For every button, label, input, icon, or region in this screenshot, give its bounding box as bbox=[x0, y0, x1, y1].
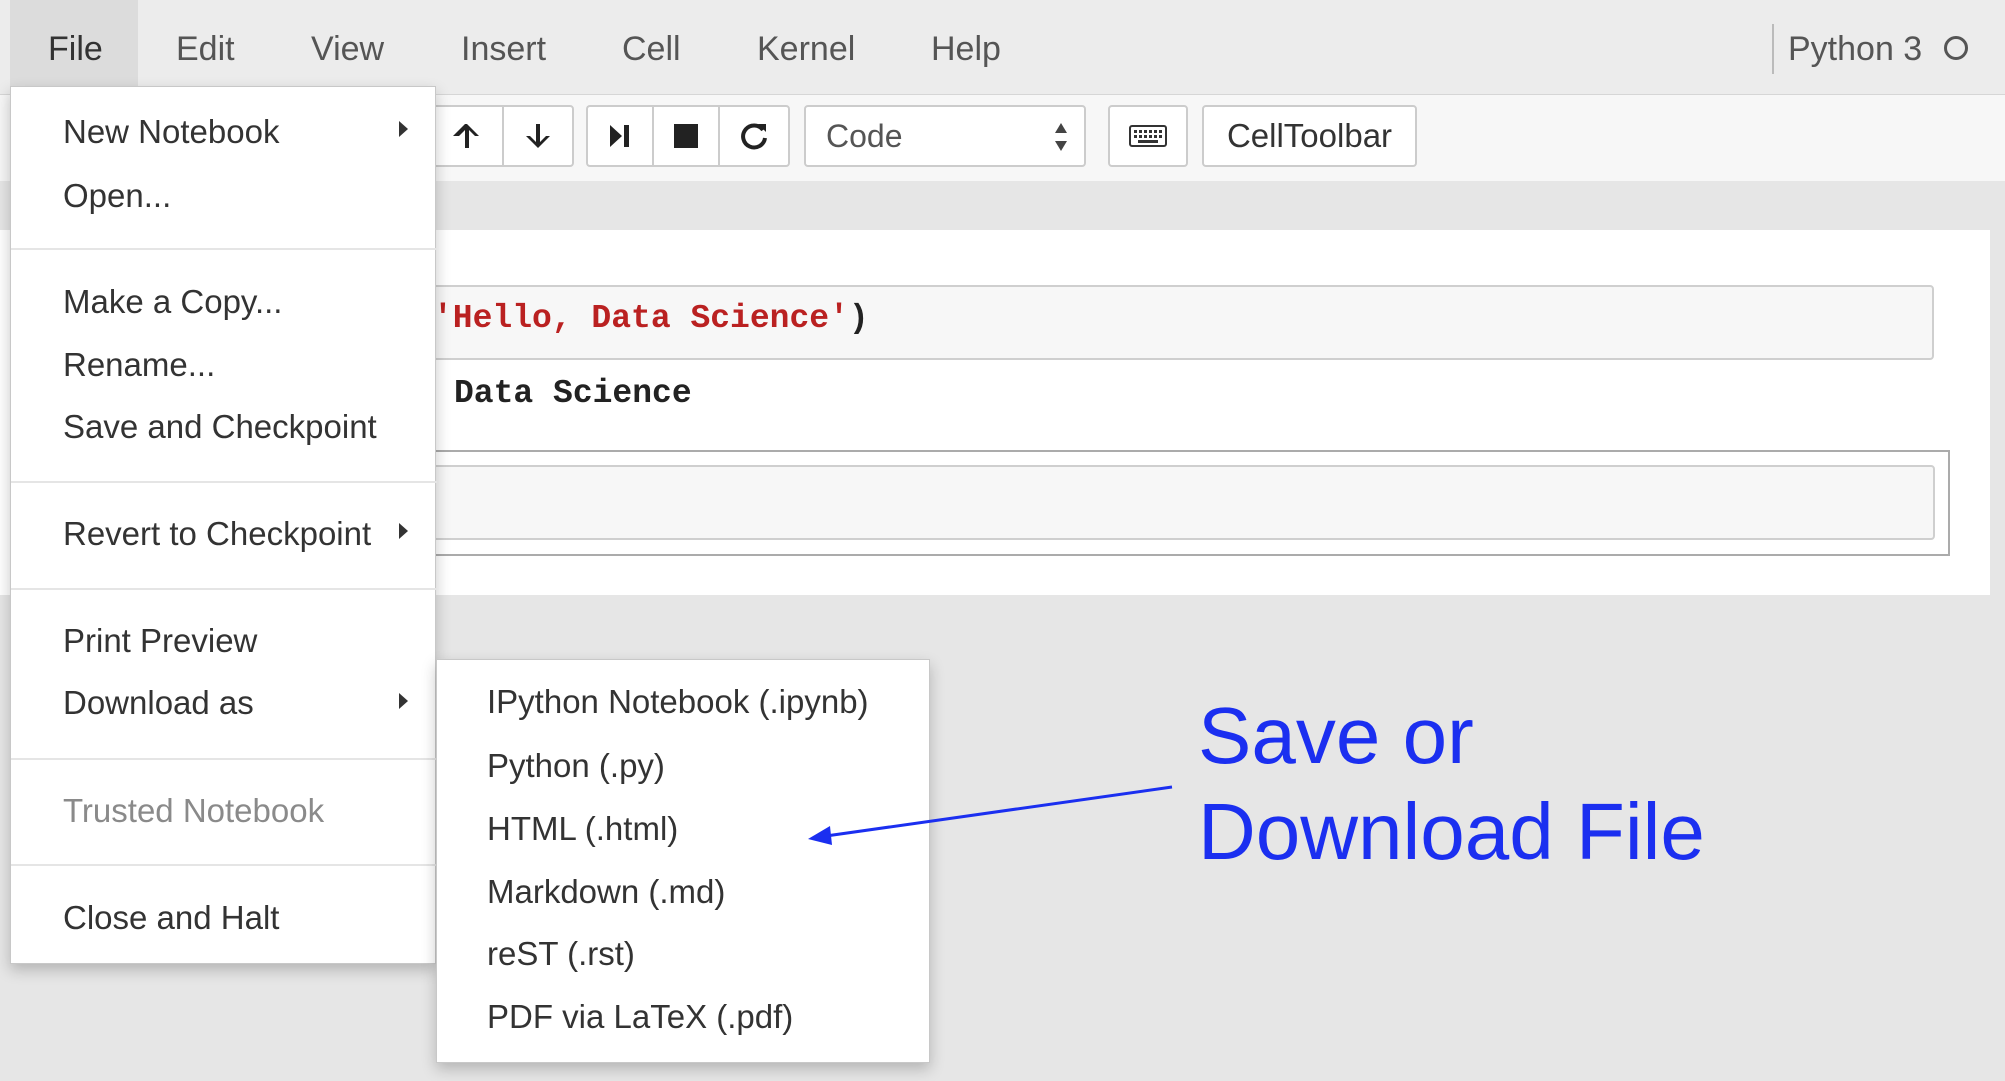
restart-kernel-button[interactable] bbox=[718, 105, 790, 167]
code-cell-output: Data Science bbox=[454, 375, 692, 412]
menu-item-close-halt[interactable]: Close and Halt bbox=[63, 899, 279, 937]
select-arrows-icon bbox=[1055, 123, 1067, 151]
menu-item-open[interactable]: Open... bbox=[63, 177, 171, 215]
menu-divider bbox=[11, 588, 437, 590]
menubar: File Edit View Insert Cell Kernel Help P… bbox=[0, 0, 2005, 95]
menu-view[interactable]: View bbox=[273, 0, 422, 94]
menu-edit[interactable]: Edit bbox=[138, 0, 273, 94]
menu-divider bbox=[11, 481, 437, 483]
kernel-divider bbox=[1772, 24, 1774, 74]
menu-divider bbox=[11, 248, 437, 250]
submenu-caret-icon bbox=[399, 121, 408, 137]
annotation-callout: Save or Download File bbox=[1198, 688, 1705, 880]
download-html[interactable]: HTML (.html) bbox=[487, 810, 678, 848]
arrow-up-icon bbox=[453, 124, 479, 148]
arrow-down-icon bbox=[526, 124, 550, 148]
download-submenu: IPython Notebook (.ipynb) Python (.py) H… bbox=[436, 659, 930, 1063]
menu-kernel[interactable]: Kernel bbox=[719, 0, 893, 94]
menu-divider bbox=[11, 864, 437, 866]
download-md[interactable]: Markdown (.md) bbox=[487, 873, 725, 911]
annotation-line-2: Download File bbox=[1198, 787, 1705, 876]
move-down-button[interactable] bbox=[502, 105, 574, 167]
keyboard-icon bbox=[1129, 125, 1167, 147]
run-cell-button[interactable] bbox=[586, 105, 652, 167]
menu-item-new-notebook[interactable]: New Notebook bbox=[63, 113, 279, 151]
menu-file[interactable]: File bbox=[10, 0, 138, 94]
stop-icon bbox=[674, 124, 698, 148]
kernel-idle-icon bbox=[1944, 36, 1968, 60]
menu-item-print-preview[interactable]: Print Preview bbox=[63, 622, 257, 660]
menu-insert[interactable]: Insert bbox=[423, 0, 584, 94]
menu-help[interactable]: Help bbox=[893, 0, 1039, 94]
code-closing-paren: ) bbox=[848, 300, 869, 337]
download-rst[interactable]: reST (.rst) bbox=[487, 935, 635, 973]
download-pdf[interactable]: PDF via LaTeX (.pdf) bbox=[487, 998, 793, 1036]
submenu-caret-icon bbox=[399, 523, 408, 539]
kernel-name: Python 3 bbox=[1788, 30, 1923, 68]
download-ipynb[interactable]: IPython Notebook (.ipynb) bbox=[487, 683, 869, 721]
step-forward-icon bbox=[610, 125, 629, 147]
code-cell-source: 'Hello, Data Science') bbox=[433, 300, 869, 337]
cell-type-select[interactable]: Code bbox=[804, 105, 1086, 167]
cell-type-value: Code bbox=[826, 118, 903, 154]
menu-item-trusted-notebook: Trusted Notebook bbox=[63, 792, 325, 829]
file-dropdown-menu: New Notebook Open... Make a Copy... Rena… bbox=[10, 86, 437, 964]
download-py[interactable]: Python (.py) bbox=[487, 747, 665, 785]
empty-cell-input[interactable] bbox=[430, 465, 1935, 540]
refresh-icon bbox=[741, 123, 767, 150]
annotation-line-1: Save or bbox=[1198, 691, 1474, 780]
menu-divider bbox=[11, 758, 437, 760]
celltoolbar-button[interactable]: CellToolbar bbox=[1202, 105, 1417, 167]
command-palette-button[interactable] bbox=[1108, 105, 1188, 167]
menu-item-make-copy[interactable]: Make a Copy... bbox=[63, 283, 282, 321]
move-up-button[interactable] bbox=[430, 105, 502, 167]
menu-item-download-as[interactable]: Download as bbox=[63, 684, 254, 722]
menu-item-revert-checkpoint[interactable]: Revert to Checkpoint bbox=[63, 515, 371, 553]
interrupt-kernel-button[interactable] bbox=[652, 105, 718, 167]
menu-item-save-checkpoint[interactable]: Save and Checkpoint bbox=[63, 408, 377, 446]
menu-cell[interactable]: Cell bbox=[584, 0, 719, 94]
code-string-literal: 'Hello, Data Science' bbox=[433, 300, 849, 337]
submenu-caret-icon bbox=[399, 693, 408, 709]
menu-item-rename[interactable]: Rename... bbox=[63, 346, 215, 384]
